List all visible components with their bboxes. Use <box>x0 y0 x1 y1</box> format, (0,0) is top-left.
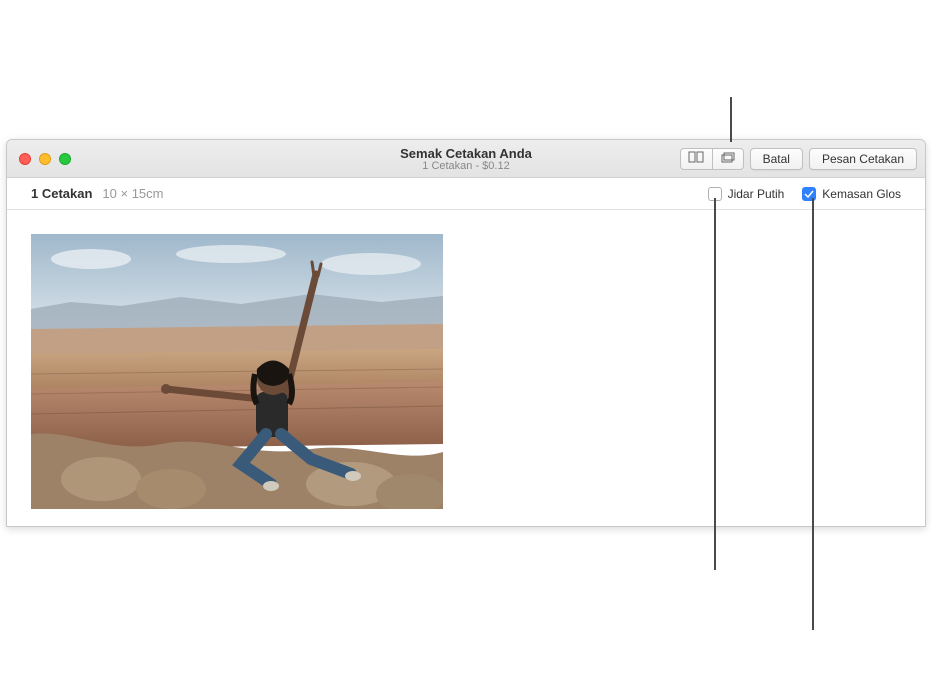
print-count: 1 Cetakan <box>31 186 92 201</box>
photo-image <box>31 234 443 509</box>
glossy-finish-checkbox-wrap[interactable]: Kemasan Glos <box>802 187 901 201</box>
callout-line <box>812 198 813 630</box>
order-label: Pesan Cetakan <box>822 152 904 166</box>
order-prints-button[interactable]: Pesan Cetakan <box>809 148 917 170</box>
view-single-button[interactable] <box>680 148 712 170</box>
white-border-checkbox-wrap[interactable]: Jidar Putih <box>708 187 785 201</box>
window-title-area: Semak Cetakan Anda 1 Cetakan - $0.12 <box>400 146 532 172</box>
window-title: Semak Cetakan Anda <box>400 146 532 161</box>
photo-preview[interactable] <box>31 234 443 509</box>
print-review-window: Semak Cetakan Anda 1 Cetakan - $0.12 Bat… <box>6 139 926 527</box>
cancel-label: Batal <box>763 152 790 166</box>
traffic-lights <box>15 153 71 165</box>
callout-line <box>714 198 715 570</box>
glossy-finish-checkbox[interactable] <box>802 187 816 201</box>
print-size: 10 × 15cm <box>102 186 163 201</box>
view-stack-button[interactable] <box>712 148 744 170</box>
content-body <box>7 210 925 527</box>
toolbar-right: Batal Pesan Cetakan <box>680 148 917 170</box>
book-icon <box>688 150 704 168</box>
maximize-window-button[interactable] <box>59 153 71 165</box>
header-options: Jidar Putih Kemasan Glos <box>708 187 901 201</box>
close-window-button[interactable] <box>19 153 31 165</box>
white-border-label: Jidar Putih <box>728 187 785 201</box>
callout-line <box>730 97 731 142</box>
glossy-finish-label: Kemasan Glos <box>822 187 901 201</box>
window-titlebar: Semak Cetakan Anda 1 Cetakan - $0.12 Bat… <box>7 140 925 178</box>
content-header: 1 Cetakan 10 × 15cm Jidar Putih Kemasan … <box>7 178 925 210</box>
minimize-window-button[interactable] <box>39 153 51 165</box>
cancel-button[interactable]: Batal <box>750 148 803 170</box>
view-mode-group <box>680 148 744 170</box>
window-subtitle: 1 Cetakan - $0.12 <box>400 160 532 172</box>
stack-icon <box>720 150 736 168</box>
